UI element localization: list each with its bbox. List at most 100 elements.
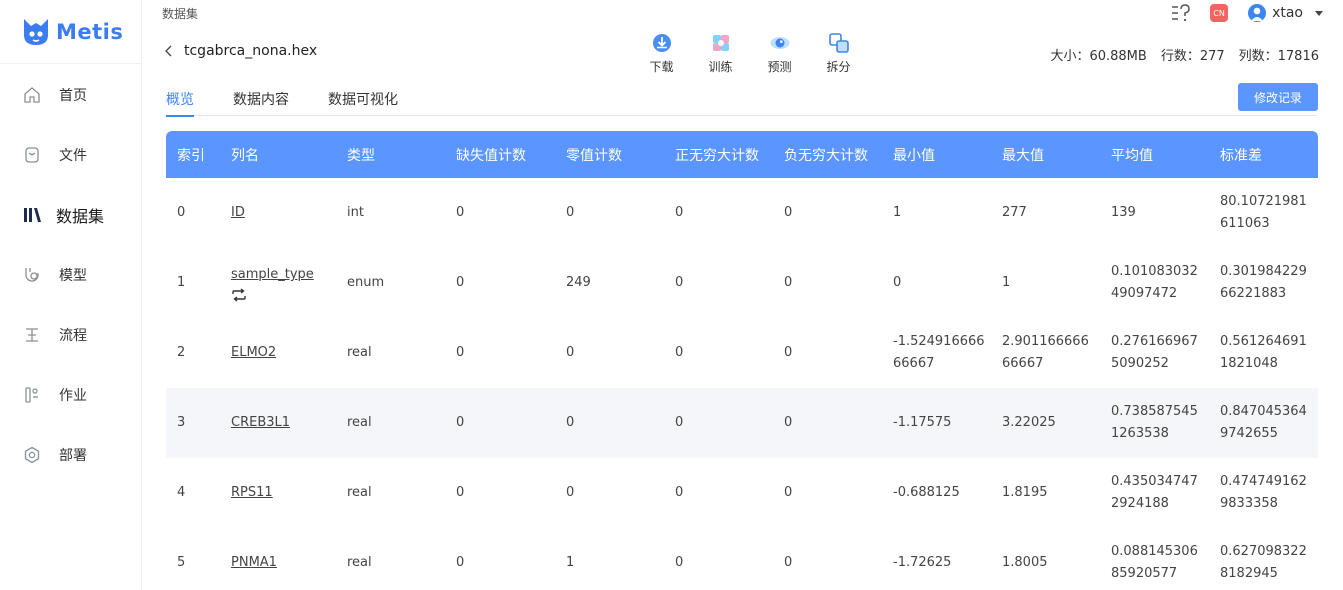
cell-index: 3: [177, 415, 186, 430]
train-icon: [712, 35, 729, 51]
language-badge[interactable]: CN: [1210, 4, 1229, 22]
cell-pos-inf: 0: [675, 555, 684, 570]
cell-std: 80.10721981611063: [1220, 194, 1307, 231]
cell-column-name: sample_type: [220, 248, 336, 318]
cell-zero: 0: [566, 415, 575, 430]
cell-min: -0.688125: [893, 485, 960, 500]
cell-column-name: RPS11: [220, 458, 336, 528]
column-link[interactable]: ID: [231, 205, 245, 220]
cell-pos-inf: 0: [675, 415, 684, 430]
cell-mean: 0.10108303249097472: [1111, 264, 1198, 301]
sidebar-item-file[interactable]: 文件: [0, 125, 141, 185]
column-link[interactable]: sample_type: [231, 267, 314, 282]
cell-index: 2: [177, 345, 186, 360]
cell-zero: 0: [566, 345, 575, 360]
cell-min: -1.72625: [893, 555, 952, 570]
cell-mean: 0.2761669675090252: [1111, 334, 1198, 371]
cell-pos-inf: 0: [675, 345, 684, 360]
cell-type: enum: [347, 275, 385, 290]
header-pos-inf-count: 正无穷大计数: [675, 147, 759, 164]
cell-type: real: [347, 345, 372, 360]
sidebar-item-job[interactable]: 作业: [0, 365, 141, 425]
tab-overview[interactable]: 概览: [166, 76, 194, 117]
cell-neg-inf: 0: [784, 205, 793, 220]
metis-logo-icon: [24, 18, 48, 45]
header-index: 索引: [177, 147, 205, 164]
sidebar-item-label: 部署: [59, 448, 87, 464]
user-name: xtao: [1272, 5, 1303, 21]
dataset-tabs: 概览 数据内容 数据可视化: [166, 76, 1317, 117]
tab-data-content[interactable]: 数据内容: [233, 76, 289, 116]
table-row: 2 ELMO2 real 0 0 0 0 -1.52491666666667 2…: [166, 318, 1318, 388]
cell-max: 1.8195: [1002, 485, 1048, 500]
cell-index: 4: [177, 485, 186, 500]
cell-column-name: PNMA1: [220, 528, 336, 590]
help-icon[interactable]: [1170, 2, 1192, 24]
cell-pos-inf: 0: [675, 275, 684, 290]
column-link[interactable]: CREB3L1: [231, 415, 290, 430]
sidebar-item-dataset[interactable]: 数据集: [0, 185, 141, 245]
column-link[interactable]: PNMA1: [231, 555, 277, 570]
back-icon[interactable]: [162, 44, 176, 58]
table-row: 1 sample_type enum 0 249 0 0 0 1 0.10108…: [166, 248, 1318, 318]
cell-std: 0.8470453649742655: [1220, 404, 1307, 441]
column-link[interactable]: RPS11: [231, 485, 273, 500]
cell-type: int: [347, 205, 364, 220]
sidebar-nav: 首页 文件 数据集 模型 流程 作业 部署: [0, 64, 141, 485]
change-log-button[interactable]: 修改记录: [1238, 83, 1318, 111]
header-neg-inf-count: 负无穷大计数: [784, 147, 868, 164]
header-min: 最小值: [893, 147, 935, 164]
sidebar-item-model[interactable]: 模型: [0, 245, 141, 305]
file-icon: [22, 145, 42, 165]
app-logo[interactable]: Metis: [0, 0, 141, 64]
sidebar-item-deploy[interactable]: 部署: [0, 425, 141, 485]
cell-pos-inf: 0: [675, 205, 684, 220]
dataset-rows: 行数：277: [1160, 49, 1225, 64]
sidebar-item-home[interactable]: 首页: [0, 65, 141, 125]
download-button[interactable]: 下载: [632, 32, 691, 75]
download-icon: [652, 34, 671, 52]
cell-neg-inf: 0: [784, 555, 793, 570]
cell-neg-inf: 0: [784, 345, 793, 360]
dataset-name: tcgabrca_nona.hex: [184, 43, 318, 59]
train-button[interactable]: 训练: [691, 32, 750, 75]
cell-mean: 139: [1111, 205, 1136, 220]
predict-icon: [770, 37, 789, 49]
cell-zero: 1: [566, 555, 575, 570]
cell-column-name: ELMO2: [220, 318, 336, 388]
sidebar-item-label: 文件: [59, 148, 87, 164]
breadcrumb[interactable]: 数据集: [162, 5, 198, 22]
sidebar: Metis 首页 文件 数据集 模型 流程 作业 部署: [0, 0, 142, 590]
predict-button[interactable]: 预测: [750, 32, 809, 75]
cell-max: 1.8005: [1002, 555, 1048, 570]
cell-missing: 0: [456, 555, 465, 570]
app-name: Metis: [56, 19, 124, 44]
cell-min: -1.52491666666667: [893, 334, 985, 371]
dataset-icon: [22, 205, 42, 225]
deploy-icon: [22, 445, 42, 465]
cell-min: 1: [893, 205, 902, 220]
cell-index: 5: [177, 555, 186, 570]
model-icon: [22, 265, 42, 285]
cell-index: 0: [177, 205, 186, 220]
cell-min: 0: [893, 275, 902, 290]
top-bar: 数据集 CN xtao tcgabrca_nona.hex 下载 训练 预测 拆…: [142, 0, 1343, 76]
dataset-actions: 下载 训练 预测 拆分: [632, 32, 868, 75]
cell-index: 1: [177, 275, 186, 290]
column-link[interactable]: ELMO2: [231, 345, 276, 360]
split-button[interactable]: 拆分: [809, 32, 868, 75]
home-icon: [22, 85, 42, 105]
cell-missing: 0: [456, 275, 465, 290]
tab-data-visualization[interactable]: 数据可视化: [328, 76, 398, 116]
convert-type-icon[interactable]: [231, 288, 247, 302]
sidebar-item-flow[interactable]: 流程: [0, 305, 141, 365]
user-menu[interactable]: xtao: [1248, 4, 1323, 22]
cell-missing: 0: [456, 485, 465, 500]
cell-missing: 0: [456, 415, 465, 430]
cell-min: -1.17575: [893, 415, 952, 430]
dataset-title-row: tcgabrca_nona.hex: [162, 43, 317, 59]
cell-std: 0.30198422966221883: [1220, 264, 1307, 301]
cell-column-name: ID: [220, 178, 336, 248]
table-header-row: 索引 列名 类型 缺失值计数 零值计数 正无穷大计数 负无穷大计数 最小值 最大…: [166, 131, 1318, 178]
header-missing-count: 缺失值计数: [456, 147, 526, 164]
